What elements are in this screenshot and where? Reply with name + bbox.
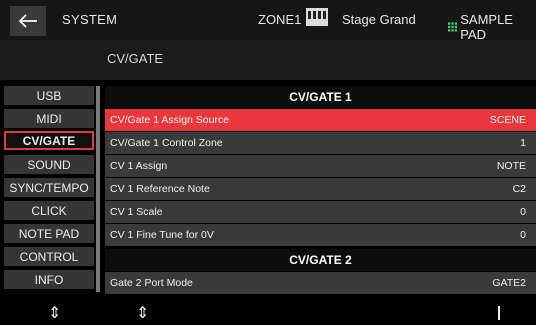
param-label: CV 1 Fine Tune for 0V — [110, 229, 214, 241]
param-row-control-zone[interactable]: CV/Gate 1 Control Zone 1 — [105, 132, 536, 154]
page-header — [0, 40, 536, 80]
arrow-left-icon — [18, 14, 37, 28]
section-header-cv-gate-1: CV/GATE 1 — [105, 86, 536, 108]
param-value: NOTE — [496, 160, 526, 172]
param-label: CV/Gate 1 Assign Source — [110, 114, 230, 126]
param-value: 0 — [520, 206, 526, 218]
param-value: 1 — [520, 137, 526, 149]
sidebar-item-click[interactable]: CLICK — [4, 201, 94, 220]
param-value: C2 — [512, 183, 526, 195]
section-header-cv-gate-2: CV/GATE 2 — [105, 249, 536, 271]
param-value: GATE2 — [492, 277, 526, 289]
value-cursor-icon — [498, 306, 500, 320]
param-value: SCENE — [489, 114, 526, 126]
sidebar-item-control[interactable]: CONTROL — [4, 247, 94, 266]
param-value: 0 — [520, 229, 526, 241]
bottom-bar — [0, 299, 536, 325]
param-label: CV 1 Reference Note — [110, 183, 210, 195]
sidebar-item-cv-gate[interactable]: CV/GATE — [4, 131, 94, 150]
page-title: CV/GATE — [107, 51, 164, 66]
sidebar-item-info[interactable]: INFO — [4, 270, 94, 289]
grid-icon — [448, 22, 458, 32]
preset-name[interactable]: Stage Grand — [342, 12, 416, 27]
sample-pad-indicator[interactable]: SAMPLE PAD — [448, 12, 536, 42]
sidebar-item-midi[interactable]: MIDI — [4, 109, 94, 128]
sidebar-item-usb[interactable]: USB — [4, 86, 94, 105]
param-label: CV 1 Assign — [110, 160, 168, 172]
param-label: Gate 2 Port Mode — [110, 277, 193, 289]
top-bar: SYSTEM ZONE1 Stage Grand SAMPLE PAD — [0, 0, 536, 42]
param-label: CV 1 Scale — [110, 206, 163, 218]
param-row-fine-tune[interactable]: CV 1 Fine Tune for 0V 0 — [105, 224, 536, 246]
sidebar-item-sound[interactable]: SOUND — [4, 155, 94, 174]
param-label: CV/Gate 1 Control Zone — [110, 137, 223, 149]
sidebar-item-note-pad[interactable]: NOTE PAD — [4, 224, 94, 243]
back-button[interactable] — [10, 6, 46, 36]
sidebar-scrollbar[interactable] — [96, 86, 100, 292]
sidebar-item-sync-tempo[interactable]: SYNC/TEMPO — [4, 178, 94, 197]
zone-indicator: ZONE1 — [258, 12, 302, 27]
system-title: SYSTEM — [62, 12, 118, 27]
sample-pad-label: SAMPLE PAD — [460, 12, 513, 42]
param-row-reference-note[interactable]: CV 1 Reference Note C2 — [105, 178, 536, 200]
piano-icon — [306, 8, 328, 26]
up-down-arrow-icon[interactable]: ⇕ — [48, 303, 61, 323]
param-row-cv1-scale[interactable]: CV 1 Scale 0 — [105, 201, 536, 223]
param-row-assign-source[interactable]: CV/Gate 1 Assign Source SCENE — [105, 109, 536, 131]
param-row-cv1-assign[interactable]: CV 1 Assign NOTE — [105, 155, 536, 177]
param-row-gate2-port-mode[interactable]: Gate 2 Port Mode GATE2 — [105, 272, 536, 294]
up-down-arrow-icon[interactable]: ⇕ — [136, 303, 149, 323]
